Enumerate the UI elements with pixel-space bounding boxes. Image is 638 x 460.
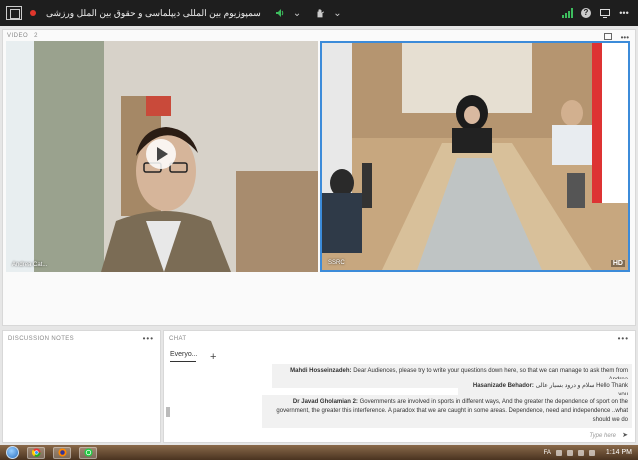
- chat-message: Dr Javad Gholamian 2: Governments are in…: [262, 395, 632, 428]
- volume-icon[interactable]: [588, 449, 595, 456]
- taskbar-app-whatsapp-icon[interactable]: [79, 446, 97, 459]
- add-chat-tab-icon[interactable]: +: [210, 351, 216, 362]
- play-icon[interactable]: [146, 139, 176, 169]
- chat-menu-icon[interactable]: •••: [618, 334, 629, 343]
- app-logo-icon: [6, 6, 22, 20]
- video-tile-ssrc[interactable]: SSRC HD: [320, 41, 630, 272]
- menu-icon[interactable]: •••: [619, 8, 629, 18]
- tray-icon[interactable]: [566, 449, 573, 456]
- send-icon[interactable]: ➤: [622, 430, 628, 442]
- top-bar: سمپوزیوم بین المللی دیپلماسی و حقوق بین …: [0, 0, 638, 26]
- speaker-icon[interactable]: [275, 8, 285, 18]
- start-button-icon[interactable]: [6, 446, 19, 459]
- chat-scrollbar[interactable]: [166, 407, 170, 417]
- windows-taskbar: FA 1:14 PM: [0, 445, 638, 460]
- language-indicator[interactable]: FA: [544, 450, 551, 456]
- notes-menu-icon[interactable]: •••: [143, 334, 154, 343]
- chat-pod: CHAT ••• Everyo... + Mahdi Hosseinzadeh:…: [163, 330, 636, 443]
- video-participant-count: 2: [34, 33, 39, 39]
- video-pod-title: VIDEO: [7, 33, 29, 39]
- meeting-title: سمپوزیوم بین المللی دیپلماسی و حقوق بین …: [46, 7, 261, 18]
- chat-message-sender: Hasanizade Behador:: [472, 383, 534, 389]
- network-icon[interactable]: [577, 449, 584, 456]
- tray-icon[interactable]: [555, 449, 562, 456]
- help-icon[interactable]: ?: [581, 8, 591, 18]
- chat-pod-title: CHAT: [169, 336, 187, 342]
- chevron-down-icon[interactable]: ⌄: [333, 8, 341, 19]
- system-tray: FA 1:14 PM: [544, 449, 632, 456]
- video-tile-andrea[interactable]: Andrea Cat...: [6, 41, 318, 272]
- connection-signal-icon: [562, 8, 573, 18]
- participant-name-label: Andrea Cat...: [12, 262, 48, 268]
- chat-message-sender: Dr Javad Gholamian 2:: [292, 399, 358, 405]
- chevron-down-icon[interactable]: ⌄: [293, 8, 301, 19]
- taskbar-clock[interactable]: 1:14 PM: [606, 449, 632, 456]
- notes-text-area[interactable]: [7, 349, 157, 439]
- chat-input[interactable]: Type here ➤: [170, 430, 632, 442]
- raise-hand-icon[interactable]: [315, 8, 325, 18]
- recording-indicator-icon: [30, 10, 36, 16]
- hd-badge: HD: [610, 260, 625, 267]
- notes-pod-title: DISCUSSION NOTES: [8, 336, 75, 342]
- fullscreen-icon[interactable]: [603, 33, 612, 40]
- chat-message-list: Mahdi Hosseinzadeh: Dear Audiences, plea…: [170, 364, 632, 428]
- screen-share-icon[interactable]: [600, 8, 610, 18]
- taskbar-app-firefox-icon[interactable]: [53, 446, 71, 459]
- chat-tab-everyone[interactable]: Everyo...: [170, 351, 198, 362]
- chat-message-sender: Mahdi Hosseinzadeh:: [290, 368, 352, 374]
- participant-name-label: SSRC: [328, 260, 345, 266]
- chat-input-placeholder: Type here: [589, 433, 616, 439]
- conference-room-video-frame: [322, 43, 628, 270]
- discussion-notes-pod: DISCUSSION NOTES •••: [2, 330, 161, 443]
- taskbar-app-chrome-icon[interactable]: [27, 446, 45, 459]
